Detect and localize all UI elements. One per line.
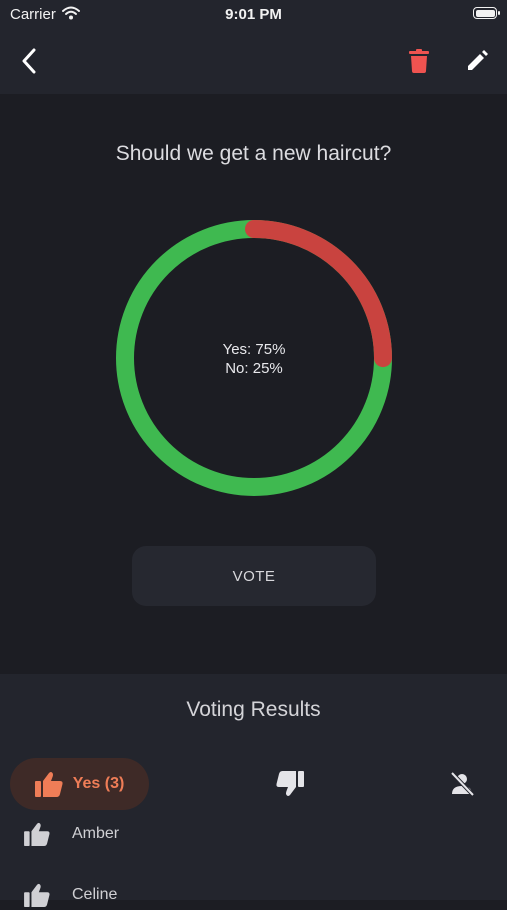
tab-yes-votes[interactable]: Yes (3) xyxy=(10,758,149,810)
trash-icon xyxy=(409,49,429,73)
voter-row: Amber xyxy=(24,819,119,849)
back-button[interactable] xyxy=(14,46,44,76)
thumbs-up-icon xyxy=(34,772,63,797)
edit-button[interactable] xyxy=(462,46,492,76)
thumbs-down-icon xyxy=(276,771,304,796)
status-bar: Carrier 9:01 PM xyxy=(0,0,507,28)
results-title: Voting Results xyxy=(186,698,321,721)
donut-center-label: Yes: 75% No: 25% xyxy=(113,340,395,378)
person-off-icon xyxy=(450,771,475,797)
poll-question: Should we get a new haircut? xyxy=(115,142,392,165)
voter-name: Amber xyxy=(72,825,120,842)
no-percent-label: No: 25% xyxy=(225,360,283,377)
voting-results: Voting Results Yes (3) Amber Celine xyxy=(0,674,507,907)
chevron-left-icon xyxy=(22,48,36,74)
poll-detail: Should we get a new haircut? Yes: 75% No… xyxy=(0,94,507,674)
thumbs-up-icon xyxy=(24,883,50,907)
thumbs-up-icon xyxy=(24,822,50,846)
voter-name: Celine xyxy=(72,886,118,903)
tab-not-voted[interactable] xyxy=(434,758,490,810)
delete-button[interactable] xyxy=(404,46,434,76)
battery-icon xyxy=(473,7,500,19)
vote-button[interactable]: VOTE xyxy=(132,546,376,606)
pencil-icon xyxy=(468,50,488,70)
voter-row: Celine xyxy=(24,880,117,910)
clock-label: 9:01 PM xyxy=(225,6,282,23)
nav-bar xyxy=(0,28,507,94)
yes-percent-label: Yes: 75% xyxy=(222,341,286,358)
tab-yes-label: Yes (3) xyxy=(72,775,125,792)
tab-no-votes[interactable] xyxy=(262,758,318,810)
